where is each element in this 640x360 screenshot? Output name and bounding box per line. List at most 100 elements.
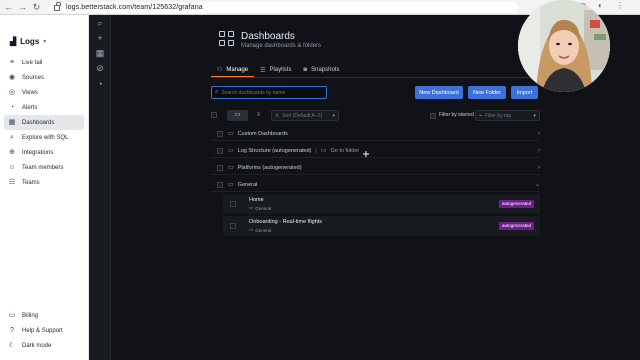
- folder-checkbox[interactable]: [217, 164, 223, 171]
- bell-icon[interactable]: ◔: [95, 79, 105, 89]
- chevron-down-icon: ⌄: [534, 182, 540, 188]
- starred-checkbox[interactable]: [430, 113, 436, 119]
- search-icon: ⌕: [215, 89, 219, 95]
- search-input[interactable]: [221, 89, 322, 96]
- logo-icon: ▟: [10, 37, 17, 46]
- arrow-right-icon[interactable]: →: [17, 2, 28, 13]
- profile-icon[interactable]: ◐: [598, 1, 603, 10]
- sidebar-item-views[interactable]: ◎ Views: [4, 85, 84, 100]
- folder-row[interactable]: ▭ Custom Dashboards ›: [211, 127, 540, 141]
- dashboard-title[interactable]: Home: [249, 197, 264, 203]
- camera-icon: ◙: [303, 67, 308, 73]
- url-text: logs.betterstack.com/team/125632/grafana: [66, 4, 203, 11]
- chevron-down-icon: ▾: [332, 112, 335, 119]
- dashboard-checkbox[interactable]: [230, 223, 236, 229]
- go-to-folder-link[interactable]: Go to folder: [330, 148, 359, 154]
- tab-label: Playlists: [269, 67, 292, 73]
- grafana-rail: ⌕ + ▦ ⊘ ◔: [89, 15, 111, 360]
- search-box: ⌕: [211, 86, 327, 99]
- dashboard-checkbox[interactable]: [230, 201, 236, 207]
- page-subtitle: Manage dashboards & folders: [241, 43, 322, 49]
- app-sidebar: ▟ Logs ▾ ≡ Live tail ◉ Sources ◎ Views ◔ Ale…: [0, 15, 89, 360]
- folder-checkbox[interactable]: [217, 147, 223, 154]
- card-icon: ▭: [8, 311, 16, 319]
- tab-snapshots[interactable]: ◙ Snapshots: [297, 63, 345, 77]
- tab-manage[interactable]: ⚇ Manage: [211, 63, 255, 77]
- grid-icon[interactable]: ▦: [95, 48, 105, 58]
- dashboard-row[interactable]: Home ▭ General autogenerated: [223, 194, 540, 214]
- arrow-left-icon[interactable]: ←: [3, 2, 14, 13]
- more-icon[interactable]: ⋮: [616, 1, 624, 10]
- users-icon: ☺: [8, 163, 16, 171]
- sidebar-item-alerts[interactable]: ◔ Alerts: [4, 100, 84, 115]
- list-toolbar: ▭ ≡ ⇅ Sort (Default A–Z) ▾ Filter by sta…: [211, 110, 540, 122]
- folder-checkbox[interactable]: [217, 130, 223, 137]
- sort-select[interactable]: ⇅ Sort (Default A–Z) ▾: [271, 110, 339, 121]
- eye-icon: ◎: [8, 88, 16, 96]
- search-icon: ⌕: [10, 133, 14, 141]
- sitemap-icon: ⚇: [217, 67, 223, 73]
- sidebar-item-label: Sources: [22, 74, 45, 81]
- team-icon: ☷: [8, 178, 16, 186]
- sidebar-item-label: Views: [22, 89, 38, 96]
- list-view-icon[interactable]: ≡: [248, 110, 269, 121]
- sidebar-item-sources[interactable]: ◉ Sources: [4, 70, 84, 85]
- new-folder-button[interactable]: New Folder: [468, 86, 506, 99]
- compass-icon[interactable]: ⊘: [95, 63, 105, 73]
- import-button[interactable]: Import: [511, 86, 538, 99]
- new-dashboard-button[interactable]: New Dashboard: [415, 86, 463, 99]
- folder-checkbox[interactable]: [217, 181, 223, 188]
- help-icon: ?: [10, 326, 14, 334]
- tab-label: Manage: [226, 66, 249, 73]
- list-icon: ≡: [9, 58, 15, 66]
- sidebar-item-dashboards[interactable]: ▦ Dashboards: [4, 115, 84, 130]
- folder-icon: ▭: [228, 131, 234, 137]
- sidebar-item-integrations[interactable]: ⊕ Integrations: [4, 145, 84, 160]
- tab-divider: [211, 77, 531, 78]
- select-all-checkbox[interactable]: [211, 112, 217, 118]
- sidebar-item-dark-mode[interactable]: ☾ Dark mode: [4, 338, 84, 353]
- sort-placeholder: Sort (Default A–Z): [282, 112, 323, 119]
- folder-row[interactable]: ▭ Platforms (autogenerated) ›: [211, 161, 540, 175]
- sidebar-item-help[interactable]: ? Help & Support: [4, 323, 84, 338]
- sidebar-item-label: Billing: [22, 312, 39, 319]
- tab-playlists[interactable]: ☰ Playlists: [254, 63, 297, 77]
- plus-icon[interactable]: +: [95, 33, 105, 43]
- dashboard-row[interactable]: Onboarding - Real-time flights ▭ General …: [223, 216, 540, 236]
- folder-row[interactable]: ▭ General ⌄: [211, 178, 540, 192]
- sidebar-nav: ≡ Live tail ◉ Sources ◎ Views ◔ Alerts ▦ Dash…: [4, 55, 84, 190]
- dashboard-title[interactable]: Onboarding - Real-time flights: [249, 219, 322, 225]
- tag-badge[interactable]: autogenerated: [498, 200, 534, 208]
- dashboard-folder: ▭ General: [249, 205, 271, 211]
- chevron-right-icon: ›: [538, 164, 540, 171]
- folder-row[interactable]: ▭ Log Structure (autogenerated) | ▭ Go t…: [211, 144, 540, 158]
- sidebar-item-label: Dark mode: [22, 342, 52, 349]
- tab-bar: ⚇ Manage ☰ Playlists ◙ Snapshots: [211, 63, 345, 77]
- starred-label: Filter by starred: [439, 112, 474, 118]
- folder-name: Platforms (autogenerated): [237, 164, 302, 171]
- sidebar-item-billing[interactable]: ▭ Billing: [4, 308, 84, 323]
- tab-label: Snapshots: [311, 67, 340, 73]
- sidebar-item-live-tail[interactable]: ≡ Live tail: [4, 55, 84, 70]
- sidebar-item-label: Team members: [22, 164, 64, 171]
- lock-icon: [54, 1, 61, 11]
- dashboard-folder: ▭ General: [249, 227, 271, 233]
- reload-icon[interactable]: ↻: [31, 2, 42, 13]
- sidebar-item-label: Integrations: [22, 149, 54, 156]
- folder-icon: ▭: [228, 165, 234, 171]
- brand-switcher[interactable]: ▟ Logs ▾: [10, 37, 46, 46]
- sidebar-bottom: ▭ Billing ? Help & Support ☾ Dark mode: [4, 308, 84, 353]
- sidebar-item-label: Teams: [22, 179, 40, 186]
- search-icon[interactable]: ⌕: [95, 18, 105, 28]
- grid-icon: ▦: [8, 118, 16, 126]
- tag-badge[interactable]: autogenerated: [498, 222, 534, 230]
- sidebar-item-team-members[interactable]: ☺ Team members: [4, 160, 84, 175]
- sidebar-item-label: Help & Support: [22, 327, 63, 334]
- dashboard-folder-name: General: [255, 227, 272, 233]
- sidebar-item-teams[interactable]: ☷ Teams: [4, 175, 84, 190]
- folder-view-icon[interactable]: ▭: [227, 110, 248, 121]
- playlist-icon: ☰: [260, 67, 266, 74]
- tag-filter-select[interactable]: ⌖ Filter by tag ▾: [475, 110, 540, 121]
- address-bar[interactable]: logs.betterstack.com/team/125632/grafana: [48, 1, 518, 13]
- sidebar-item-explore-sql[interactable]: ⌕ Explore with SQL: [4, 130, 84, 145]
